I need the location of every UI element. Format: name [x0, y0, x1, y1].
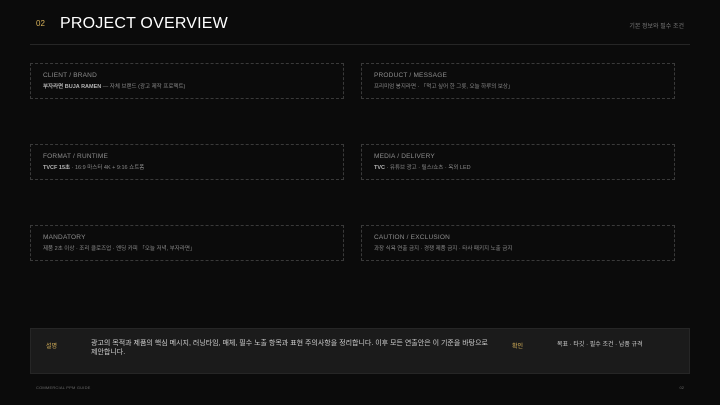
card-label: MEDIA / DELIVERY	[374, 153, 435, 160]
card-value: 부자라면 BUJA RAMEN — 자체 브랜드 (광고 제작 프로젝트)	[43, 82, 185, 90]
card-mandatory: MANDATORY 제품 2초 이상 · 조리 클로즈업 · 엔딩 카피 「오늘…	[30, 225, 344, 261]
page-title: PROJECT OVERVIEW	[60, 15, 228, 32]
card-value-rest: 과장 식욕 연출 금지 · 경쟁 제품 금지 · 타사 패키지 노출 금지	[374, 246, 513, 252]
card-label: MANDATORY	[43, 234, 86, 241]
card-client-brand: CLIENT / BRAND 부자라면 BUJA RAMEN — 자체 브랜드 …	[30, 63, 344, 99]
card-caution-exclusion: CAUTION / EXCLUSION 과장 식욕 연출 금지 · 경쟁 제품 …	[361, 225, 675, 261]
card-label: FORMAT / RUNTIME	[43, 153, 109, 160]
card-value-rest: 제품 2초 이상 · 조리 클로즈업 · 엔딩 카피 「오늘 저녁, 부자라면」	[43, 246, 196, 252]
info-panel: 설명 광고의 목적과 제품의 핵심 메시지, 러닝타임, 매체, 필수 노출 항…	[30, 328, 690, 374]
info-description: 광고의 목적과 제품의 핵심 메시지, 러닝타임, 매체, 필수 노출 항목과 …	[91, 340, 488, 356]
card-value: 제품 2초 이상 · 조리 클로즈업 · 엔딩 카피 「오늘 저녁, 부자라면」	[43, 244, 195, 252]
card-value-rest: · 유튜브 광고 · 릴스/쇼츠 · 옥외 LED	[385, 165, 471, 171]
card-value-rest: · 16:9 마스터 4K + 9:16 쇼트폼	[70, 165, 145, 171]
footer-page-number: 02	[679, 385, 684, 390]
info-checklist: 목표 · 타깃 · 필수 조건 · 납품 규격	[557, 342, 643, 348]
card-media-delivery: MEDIA / DELIVERY TVC · 유튜브 광고 · 릴스/쇼츠 · …	[361, 144, 675, 180]
card-value: 과장 식욕 연출 금지 · 경쟁 제품 금지 · 타사 패키지 노출 금지	[374, 244, 512, 252]
card-format-runtime: FORMAT / RUNTIME TVCF 15초 · 16:9 마스터 4K …	[30, 144, 344, 180]
card-label: PRODUCT / MESSAGE	[374, 72, 447, 79]
card-value-rest: 프리미엄 봉지라면 · 「먹고 싶어 한 그릇, 오늘 하루의 보상」	[374, 84, 514, 90]
header-divider	[30, 44, 690, 45]
card-value-bold: TVCF 15초	[43, 165, 71, 171]
info-tag-check: 확인	[512, 344, 524, 350]
card-label: CLIENT / BRAND	[43, 72, 97, 79]
page-number: 02	[36, 19, 45, 28]
card-value-bold: TVC	[374, 165, 385, 171]
card-value-rest: — 자체 브랜드 (광고 제작 프로젝트)	[101, 84, 186, 90]
footer-guide-title: COMMERCIAL PPM GUIDE	[36, 385, 91, 390]
card-value-bold: 부자라면 BUJA RAMEN	[43, 84, 102, 90]
card-value: 프리미엄 봉지라면 · 「먹고 싶어 한 그릇, 오늘 하루의 보상」	[374, 82, 513, 90]
card-label: CAUTION / EXCLUSION	[374, 234, 451, 241]
card-value: TVC · 유튜브 광고 · 릴스/쇼츠 · 옥외 LED	[374, 163, 471, 171]
page-subtitle: 기본 정보와 필수 조건	[629, 24, 684, 30]
card-product-message: PRODUCT / MESSAGE 프리미엄 봉지라면 · 「먹고 싶어 한 그…	[361, 63, 675, 99]
info-tag-description: 설명	[46, 344, 58, 350]
card-value: TVCF 15초 · 16:9 마스터 4K + 9:16 쇼트폼	[43, 163, 144, 171]
